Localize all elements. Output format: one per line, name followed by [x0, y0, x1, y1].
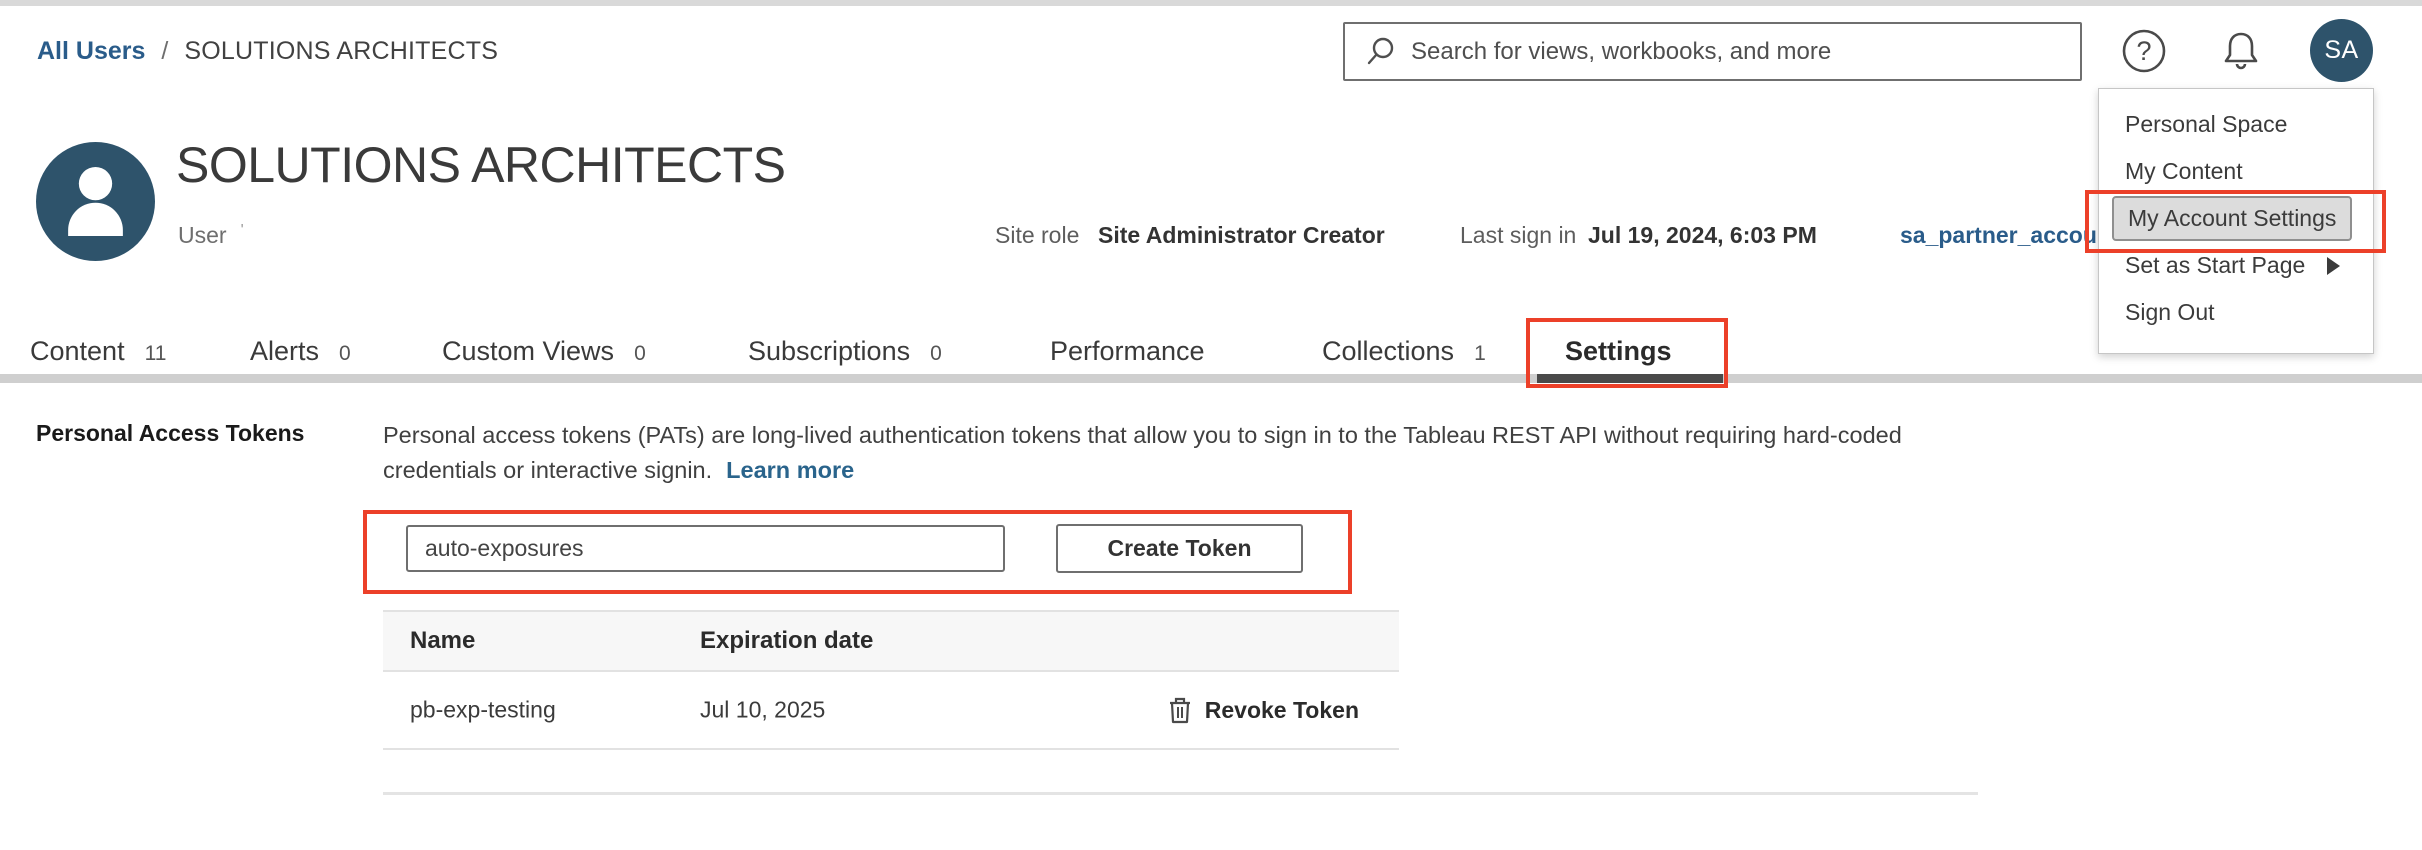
profile-avatar [36, 142, 155, 261]
column-header-name: Name [410, 627, 475, 655]
pat-description: Personal access tokens (PATs) are long-l… [383, 418, 1902, 488]
user-avatar-button[interactable]: SA [2310, 19, 2373, 82]
revoke-token-label: Revoke Token [1205, 697, 1359, 724]
page-title: SOLUTIONS ARCHITECTS [176, 136, 786, 194]
tab-custom-views-label: Custom Views [442, 336, 614, 367]
token-expiration-cell: Jul 10, 2025 [700, 697, 825, 724]
tab-custom-views-count: 0 [634, 342, 646, 366]
pat-description-line2: credentials or interactive signin. Learn … [383, 453, 1902, 488]
tab-alerts-count: 0 [339, 342, 351, 366]
token-table-row: pb-exp-testing Jul 10, 2025 Revoke Token [383, 672, 1399, 750]
tab-content-count: 11 [145, 342, 167, 366]
account-menu: Personal Space My Content My Account Set… [2098, 88, 2374, 354]
profile-type-text: User [178, 222, 227, 248]
pat-description-line1: Personal access tokens (PATs) are long-l… [383, 418, 1902, 453]
token-table-header: Name Expiration date [383, 610, 1399, 672]
trash-icon [1167, 695, 1193, 725]
breadcrumb-current-page: SOLUTIONS ARCHITECTS [184, 37, 498, 66]
person-icon [36, 142, 155, 261]
tab-custom-views[interactable]: Custom Views 0 [442, 336, 646, 367]
learn-more-link[interactable]: Learn more [726, 457, 854, 483]
tab-subscriptions[interactable]: Subscriptions 0 [748, 336, 942, 367]
tab-content[interactable]: Content 11 [30, 336, 166, 367]
tabs-underline-track [0, 374, 2422, 383]
breadcrumb-separator: / [161, 37, 168, 66]
tab-subscriptions-count: 0 [930, 342, 942, 366]
tab-performance-label: Performance [1050, 336, 1205, 367]
notifications-button[interactable] [2216, 26, 2266, 76]
pat-description-line2-text: credentials or interactive signin. [383, 457, 712, 483]
token-name-cell: pb-exp-testing [410, 697, 556, 724]
global-search [1343, 22, 2082, 81]
menu-item-my-account-settings[interactable]: My Account Settings [2099, 195, 2373, 242]
column-header-expiration: Expiration date [700, 627, 873, 655]
profile-type-label: User ' [178, 222, 244, 249]
tab-alerts-label: Alerts [250, 336, 319, 367]
set-as-start-page-label: Set as Start Page [2125, 252, 2305, 279]
tab-collections[interactable]: Collections 1 [1322, 336, 1486, 367]
site-role-value: Site Administrator Creator [1098, 222, 1385, 249]
help-icon: ? [2120, 27, 2168, 75]
submenu-arrow-icon [2327, 257, 2340, 275]
active-tab-indicator [1537, 374, 1723, 383]
menu-item-sign-out[interactable]: Sign Out [2099, 289, 2373, 336]
tab-settings[interactable]: Settings [1565, 336, 1672, 367]
tab-subscriptions-label: Subscriptions [748, 336, 910, 367]
profile-type-mark: ' [241, 222, 244, 239]
help-button[interactable]: ? [2119, 26, 2169, 76]
pat-section-title: Personal Access Tokens [36, 420, 304, 447]
window-top-edge [0, 0, 2422, 6]
menu-item-my-content[interactable]: My Content [2099, 148, 2373, 195]
token-name-input[interactable] [406, 525, 1005, 572]
last-sign-in-label: Last sign in [1460, 222, 1576, 249]
bell-icon [2217, 27, 2265, 75]
tab-settings-label: Settings [1565, 336, 1672, 367]
breadcrumb: All Users / SOLUTIONS ARCHITECTS [37, 37, 498, 66]
username-link[interactable]: sa_partner_accou [1900, 222, 2097, 249]
breadcrumb-all-users-link[interactable]: All Users [37, 37, 145, 66]
tab-alerts[interactable]: Alerts 0 [250, 336, 351, 367]
tab-performance[interactable]: Performance [1050, 336, 1205, 367]
user-settings-page: All Users / SOLUTIONS ARCHITECTS ? SA Pe… [0, 0, 2422, 850]
menu-item-set-as-start-page[interactable]: Set as Start Page [2099, 242, 2373, 289]
tab-content-label: Content [30, 336, 125, 367]
site-role-label: Site role [995, 222, 1079, 249]
svg-text:?: ? [2136, 36, 2151, 66]
search-icon [1363, 35, 1397, 69]
tab-collections-count: 1 [1474, 342, 1486, 366]
my-account-settings-highlight[interactable]: My Account Settings [2112, 196, 2352, 241]
search-input[interactable] [1397, 38, 2080, 66]
tab-collections-label: Collections [1322, 336, 1454, 367]
last-sign-in-value: Jul 19, 2024, 6:03 PM [1588, 222, 1817, 249]
create-token-button[interactable]: Create Token [1056, 524, 1303, 573]
revoke-token-button[interactable]: Revoke Token [1167, 695, 1359, 725]
section-divider [383, 792, 1978, 795]
menu-item-personal-space[interactable]: Personal Space [2099, 101, 2373, 148]
